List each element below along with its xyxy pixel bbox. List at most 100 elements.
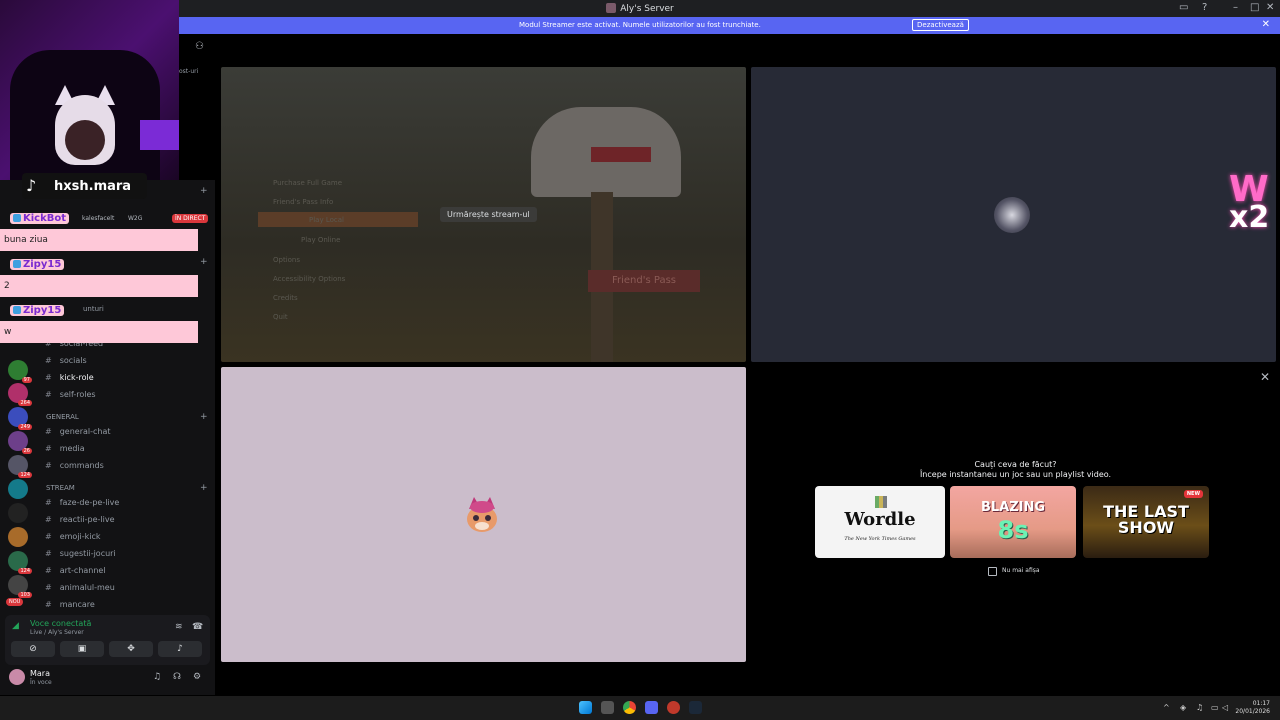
voice-channel[interactable]: Live / Aly's Server [30, 629, 84, 636]
add-channel-icon[interactable]: + [200, 186, 208, 196]
discord-icon[interactable] [645, 701, 658, 714]
channel-socials[interactable]: # socials [45, 356, 87, 365]
user-name: Mara [30, 669, 50, 678]
channel-faze-de-pe-live[interactable]: # faze-de-pe-live [45, 498, 119, 507]
server-icon-8[interactable] [8, 527, 28, 547]
channel-commands[interactable]: # commands [45, 461, 104, 470]
channel-general-chat[interactable]: # general-chat [45, 427, 111, 436]
channel-reactii-pe-live[interactable]: # reactii-pe-live [45, 515, 115, 524]
network-icon[interactable]: ▭ [1211, 703, 1219, 712]
server-icon-2[interactable]: 264 [8, 383, 32, 406]
close-button[interactable]: ✕ [1266, 2, 1274, 13]
disable-streamer-button[interactable]: Dezactivează [912, 19, 969, 31]
live-user-tag: W2G [128, 215, 143, 222]
disconnect-icon[interactable]: ☎ [192, 622, 203, 632]
windows-taskbar: ^ ◈ ♫ ▭ ◁ 01:17 20/01/2026 [0, 696, 1280, 720]
headphones-icon[interactable]: ☊ [173, 672, 181, 682]
window-titlebar: Aly's Server ▭ ? – □ ✕ [0, 0, 1280, 17]
add-channel-icon[interactable]: + [200, 257, 208, 267]
server-icon-1[interactable]: 97 [8, 360, 32, 383]
chat-badge-icon [13, 214, 21, 222]
screen-share-button[interactable]: ▣ [60, 641, 104, 657]
game-mailbox-flag [591, 147, 651, 162]
add-channel-icon[interactable]: + [200, 412, 208, 422]
game-menu-item: Purchase Full Game [273, 179, 343, 187]
tray-app-icon[interactable]: ◈ [1180, 703, 1186, 712]
tray-chevron-icon[interactable]: ^ [1163, 703, 1170, 712]
game-card-wordle[interactable]: Wordle The New York Times Games [815, 486, 945, 558]
noise-suppression-icon[interactable]: ≋ [175, 622, 183, 632]
volume-icon[interactable]: ◁ [1222, 703, 1228, 712]
new-badge: NEW [1183, 490, 1203, 498]
banner-text: Modul Streamer este activat. Numele util… [519, 21, 761, 29]
activities-button[interactable]: ✥ [109, 641, 153, 657]
camera-off-button[interactable]: ⊘ [11, 641, 55, 657]
channel-art-channel[interactable]: # art-channel [45, 566, 106, 575]
app-icon[interactable] [667, 701, 680, 714]
file-explorer-icon[interactable] [601, 701, 614, 714]
chat-badge-icon [13, 260, 21, 268]
participant-tile[interactable] [221, 367, 746, 662]
microphone-icon[interactable]: ♫ [153, 672, 161, 682]
chrome-icon[interactable] [623, 701, 636, 714]
tray-mic-icon[interactable]: ♫ [1196, 703, 1203, 712]
game-menu-item: Quit [273, 313, 288, 321]
channel-emoji-kick[interactable]: # emoji-kick [45, 532, 101, 541]
banner-close-icon[interactable]: ✕ [1262, 19, 1270, 30]
webcam-glow [140, 120, 179, 150]
server-icon-3[interactable]: 249 [8, 407, 32, 430]
game-menu-item: Friend's Pass Info [273, 198, 334, 206]
minimize-button[interactable]: – [1233, 2, 1238, 13]
window-title-text: Aly's Server [620, 4, 674, 14]
server-icon-7[interactable] [8, 503, 28, 523]
streamer-mode-banner: Modul Streamer este activat. Numele util… [179, 17, 1280, 34]
game-card-blazing[interactable]: BLAZING 8s [950, 486, 1076, 558]
server-icon-10[interactable]: 103 [8, 575, 32, 598]
add-friend-icon[interactable]: ⚇ [195, 41, 204, 52]
start-icon[interactable] [579, 701, 592, 714]
chat-badge-icon [13, 306, 21, 314]
watch-stream-button[interactable]: Urmărește stream-ul [440, 207, 537, 222]
channel-animalul-meu[interactable]: # animalul-meu [45, 583, 115, 592]
channel-self-roles[interactable]: # self-roles [45, 390, 96, 399]
game-card-subtitle: The New York Times Games [844, 536, 916, 542]
avatar[interactable] [9, 669, 25, 685]
voice-connected-panel: ◢ Voce conectată Live / Aly's Server ≋ ☎… [5, 615, 210, 665]
signal-icon: ◢ [12, 621, 19, 631]
server-icon [606, 3, 617, 13]
steam-icon[interactable] [689, 701, 702, 714]
channel-media[interactable]: # media [45, 444, 85, 453]
participant-tile[interactable]: Wx2 [751, 67, 1276, 362]
channel-mancare[interactable]: # mancare [45, 600, 95, 609]
stream-tile-game[interactable]: Purchase Full Game Friend's Pass Info Pl… [221, 67, 746, 362]
participant-avatar [994, 197, 1030, 233]
game-card-title: Wordle [844, 509, 916, 530]
live-user-name[interactable]: kalesfacelt [82, 215, 114, 222]
settings-gear-icon[interactable]: ⚙ [193, 672, 201, 682]
category-stream[interactable]: STREAM [46, 484, 75, 492]
channel-kick-role[interactable]: # kick-role [45, 373, 94, 382]
category-general[interactable]: GENERAL [46, 413, 79, 421]
inbox-icon[interactable]: ▭ [1179, 2, 1188, 13]
soundboard-button[interactable]: ♪ [158, 641, 202, 657]
server-icon-4[interactable]: 26 [8, 431, 32, 454]
chat-message: 2 [0, 275, 198, 297]
add-channel-icon[interactable]: + [200, 483, 208, 493]
help-icon[interactable]: ? [1202, 2, 1207, 13]
channel-sugestii-jocuri[interactable]: # sugestii-jocuri [45, 549, 116, 558]
maximize-button[interactable]: □ [1250, 2, 1259, 13]
live-badge: ÎN DIRECT [172, 214, 209, 223]
taskbar-clock[interactable]: 01:17 20/01/2026 [1235, 700, 1270, 716]
server-icon-5[interactable]: 124 [8, 455, 32, 478]
chat-message: w [0, 321, 198, 343]
sidebar-fragment-mid: unturi [83, 305, 104, 313]
game-card-last-show[interactable]: NEW THE LAST SHOW [1083, 486, 1209, 558]
webcam-overlay [0, 0, 179, 180]
dont-show-label[interactable]: Nu mai afișa [1002, 567, 1040, 574]
server-icon-9[interactable]: 124 [8, 551, 32, 574]
close-icon[interactable]: ✕ [1260, 370, 1270, 384]
server-icon-6[interactable] [8, 479, 28, 499]
chat-message: buna ziua [0, 229, 198, 251]
dont-show-checkbox[interactable] [988, 567, 997, 576]
tiktok-handle: hxsh.mara [54, 179, 132, 194]
